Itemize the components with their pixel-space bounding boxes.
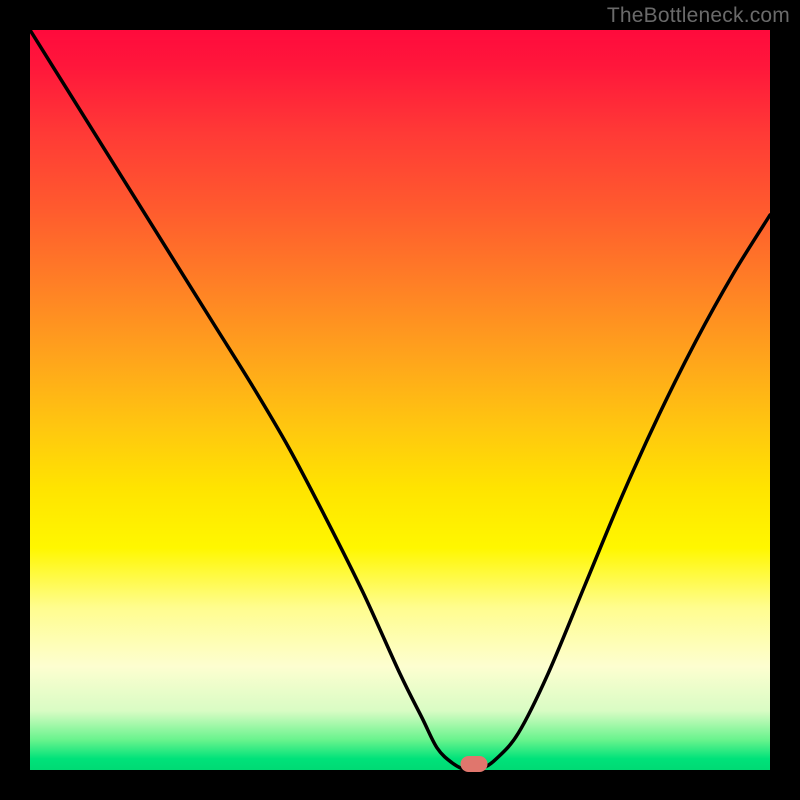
bottleneck-curve [30,30,770,770]
watermark-text: TheBottleneck.com [607,4,790,28]
optimal-marker [461,756,488,772]
plot-area [30,30,770,770]
